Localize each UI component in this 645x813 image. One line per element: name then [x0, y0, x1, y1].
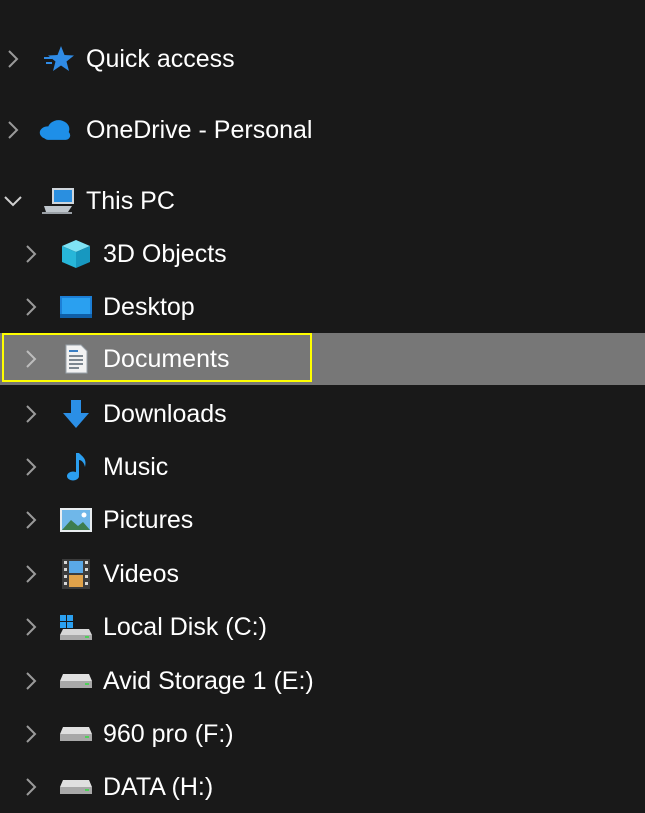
chevron-right-icon[interactable] — [21, 564, 41, 584]
chevron-right-icon[interactable] — [21, 457, 41, 477]
nav-item-label: Downloads — [103, 400, 227, 428]
music-note-icon — [59, 451, 93, 483]
nav-item-label: Local Disk (C:) — [103, 613, 267, 641]
chevron-right-icon[interactable] — [21, 671, 41, 691]
3d-objects-icon — [59, 238, 93, 270]
drive-icon — [59, 665, 93, 697]
nav-item-label: 3D Objects — [103, 240, 227, 268]
nav-item-label: Avid Storage 1 (E:) — [103, 667, 314, 695]
chevron-down-icon[interactable] — [3, 191, 23, 211]
nav-item-label: Documents — [103, 345, 230, 373]
chevron-right-icon[interactable] — [3, 120, 23, 140]
nav-item-onedrive[interactable]: OneDrive - Personal — [0, 104, 645, 156]
desktop-icon — [59, 291, 93, 323]
download-arrow-icon — [59, 398, 93, 430]
pictures-icon — [59, 504, 93, 536]
nav-item-label: DATA (H:) — [103, 773, 214, 801]
nav-item-local-disk-c[interactable]: Local Disk (C:) — [0, 601, 645, 653]
nav-item-desktop[interactable]: Desktop — [0, 281, 645, 333]
nav-item-label: Videos — [103, 560, 179, 588]
film-strip-icon — [59, 558, 93, 590]
drive-icon — [59, 771, 93, 803]
nav-item-downloads[interactable]: Downloads — [0, 388, 645, 440]
documents-icon — [59, 343, 93, 375]
nav-item-this-pc[interactable]: This PC — [0, 175, 645, 227]
nav-item-label: Music — [103, 453, 169, 481]
chevron-right-icon[interactable] — [21, 777, 41, 797]
chevron-right-icon[interactable] — [21, 349, 41, 369]
nav-item-label: Pictures — [103, 506, 194, 534]
chevron-right-icon[interactable] — [21, 244, 41, 264]
star-icon — [42, 43, 76, 75]
nav-item-label: Desktop — [103, 293, 195, 321]
nav-item-avid-storage-e[interactable]: Avid Storage 1 (E:) — [0, 655, 645, 707]
nav-item-3d-objects[interactable]: 3D Objects — [0, 228, 645, 280]
chevron-right-icon[interactable] — [21, 297, 41, 317]
chevron-right-icon[interactable] — [21, 724, 41, 744]
nav-item-960-pro-f[interactable]: 960 pro (F:) — [0, 708, 645, 760]
computer-icon — [42, 185, 76, 217]
nav-item-label: 960 pro (F:) — [103, 720, 234, 748]
chevron-right-icon[interactable] — [21, 617, 41, 637]
nav-item-documents[interactable]: Documents — [0, 333, 645, 385]
drive-icon — [59, 718, 93, 750]
chevron-right-icon[interactable] — [3, 49, 23, 69]
navigation-pane: Quick access OneDrive - Personal This PC… — [0, 0, 645, 801]
nav-item-data-h[interactable]: DATA (H:) — [0, 761, 645, 813]
nav-item-videos[interactable]: Videos — [0, 548, 645, 600]
chevron-right-icon[interactable] — [21, 404, 41, 424]
nav-item-quick-access[interactable]: Quick access — [0, 33, 645, 85]
windows-drive-icon — [59, 611, 93, 643]
nav-item-label: Quick access — [86, 45, 235, 73]
nav-item-label: This PC — [86, 187, 175, 215]
chevron-right-icon[interactable] — [21, 510, 41, 530]
cloud-icon — [38, 114, 72, 146]
nav-item-music[interactable]: Music — [0, 441, 645, 493]
nav-item-pictures[interactable]: Pictures — [0, 494, 645, 546]
nav-item-label: OneDrive - Personal — [86, 116, 313, 144]
